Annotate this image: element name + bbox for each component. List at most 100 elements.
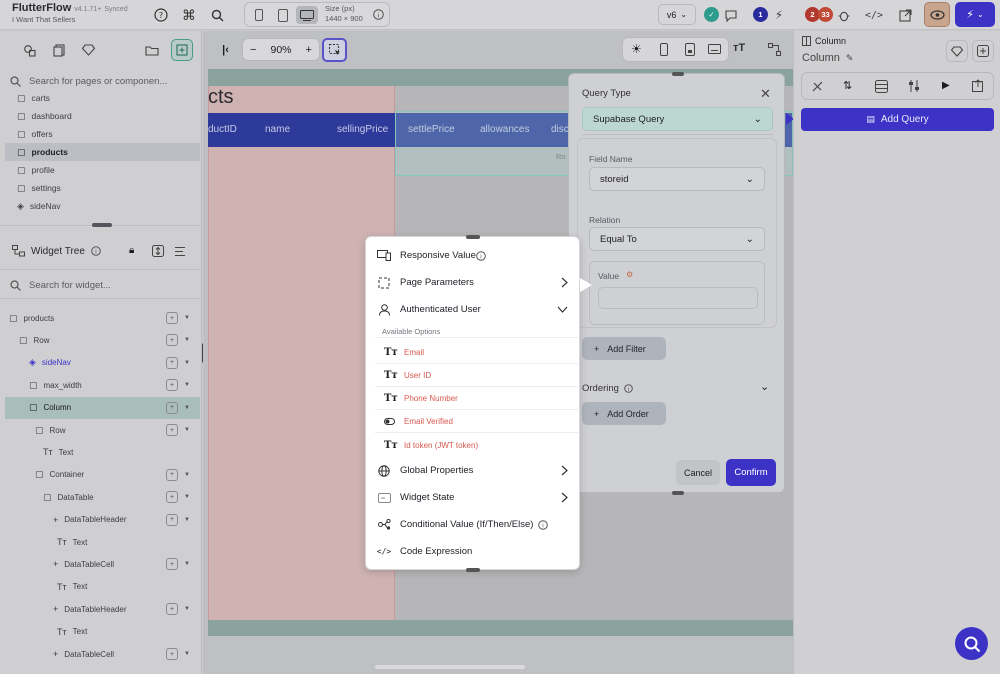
canvas-scrollbar[interactable] xyxy=(375,665,525,669)
widget-search-input[interactable]: Search for widget... xyxy=(29,280,111,291)
caret-down-icon[interactable]: ▼ xyxy=(184,606,190,612)
run-button[interactable]: ⚡ ⌄ xyxy=(955,2,995,27)
expand-collapse-icon[interactable] xyxy=(152,245,164,257)
caret-down-icon[interactable]: ▼ xyxy=(184,360,190,366)
caret-down-icon[interactable]: ▼ xyxy=(184,561,190,567)
tree-item[interactable]: ▢ Container + ▼ xyxy=(5,464,200,486)
auth-option-id-token[interactable]: Tт Id token (JWT token) xyxy=(375,434,578,456)
add-child-icon[interactable]: + xyxy=(166,491,178,504)
gem-icon[interactable] xyxy=(946,40,968,62)
add-child-icon[interactable]: + xyxy=(166,401,178,414)
confirm-button[interactable]: Confirm xyxy=(726,459,776,486)
chevron-down-icon[interactable]: ⌄ xyxy=(760,380,769,393)
folder-icon[interactable] xyxy=(141,39,163,61)
page-search-input[interactable]: Search for pages or componen... xyxy=(29,76,167,87)
menu-item-page-parameters[interactable]: Page Parameters xyxy=(366,269,579,296)
tree-item[interactable]: ▢ Column + ▼ xyxy=(5,396,200,419)
auth-option-phone-number[interactable]: Tт Phone Number xyxy=(375,388,578,410)
export-icon[interactable] xyxy=(972,79,985,92)
device-frame-icon[interactable] xyxy=(685,43,695,56)
bug-icon[interactable] xyxy=(834,5,854,25)
desktop-device-button[interactable] xyxy=(296,6,318,24)
caret-down-icon[interactable]: ▼ xyxy=(184,405,190,411)
tree-item[interactable]: Tт Text xyxy=(5,441,200,463)
filter-icon[interactable] xyxy=(175,246,189,257)
caret-down-icon[interactable]: ▼ xyxy=(184,315,190,321)
version-select[interactable]: v6 ⌄ xyxy=(658,4,696,25)
collapse-panel-icon[interactable]: |‹ xyxy=(214,38,237,61)
auth-option-user-id[interactable]: Tт User ID xyxy=(375,365,578,387)
zoom-in-button[interactable]: + xyxy=(306,44,312,56)
caret-down-icon[interactable]: ▼ xyxy=(184,651,190,657)
pages-tab-icon[interactable] xyxy=(48,39,70,61)
add-widget-tab-icon[interactable] xyxy=(18,39,40,61)
preview-eye-button[interactable] xyxy=(924,2,950,27)
tree-item[interactable]: ▢ DataTable + ▼ xyxy=(5,486,200,508)
backend-query-tab-icon[interactable]: ⇅ xyxy=(843,79,852,92)
add-page-button[interactable] xyxy=(171,39,193,61)
add-child-icon[interactable]: + xyxy=(166,558,178,571)
text-scale-icon[interactable]: ᴛT xyxy=(733,42,745,54)
select-tool-button[interactable] xyxy=(322,38,347,62)
properties-tab-icon[interactable] xyxy=(811,80,824,93)
info-icon[interactable]: i xyxy=(538,520,548,530)
page-item-settings[interactable]: ▢ settings xyxy=(5,179,200,197)
caret-down-icon[interactable]: ▼ xyxy=(184,382,190,388)
help-icon[interactable]: ? xyxy=(151,5,171,25)
add-child-icon[interactable]: + xyxy=(166,334,178,347)
mobile-device-button[interactable] xyxy=(248,6,270,24)
tree-item[interactable]: + DataTableHeader + ▼ xyxy=(5,598,200,620)
search-icon[interactable] xyxy=(207,5,227,25)
settings-sliders-icon[interactable] xyxy=(908,79,920,93)
database-tab-icon[interactable] xyxy=(875,80,888,93)
add-child-icon[interactable]: + xyxy=(166,356,178,369)
tree-item[interactable]: + DataTableCell + ▼ xyxy=(5,643,200,665)
zoom-out-button[interactable]: − xyxy=(250,44,256,56)
close-icon[interactable]: ✕ xyxy=(760,86,771,102)
menu-item-conditional-value[interactable]: Conditional Value (If/Then/Else) i xyxy=(366,511,579,538)
add-child-icon[interactable]: + xyxy=(166,513,178,526)
caret-down-icon[interactable]: ▼ xyxy=(184,494,190,500)
page-search[interactable]: Search for pages or componen... xyxy=(10,72,196,90)
caret-down-icon[interactable]: ▼ xyxy=(184,472,190,478)
query-type-select[interactable]: Supabase Query ⌄ xyxy=(582,107,773,131)
tree-item[interactable]: Tт Text xyxy=(5,531,200,553)
grid-overlay-icon[interactable] xyxy=(765,40,784,59)
cancel-button[interactable]: Cancel xyxy=(676,460,720,485)
lightning-icon[interactable]: ⚡ xyxy=(769,5,789,25)
tree-item[interactable]: Tт Text xyxy=(5,621,200,643)
add-filter-button[interactable]: + Add Filter xyxy=(582,337,666,360)
tree-item[interactable]: Tт Text xyxy=(5,576,200,598)
caret-down-icon[interactable]: ▼ xyxy=(184,337,190,343)
resize-handle[interactable] xyxy=(92,223,112,227)
component-add-icon[interactable] xyxy=(972,40,994,62)
page-item-dashboard[interactable]: ▢ dashboard xyxy=(5,107,200,125)
check-status-icon[interactable]: ✓ xyxy=(704,7,719,22)
ordering-header[interactable]: Ordering i xyxy=(582,383,633,394)
play-icon[interactable]: ▶ xyxy=(942,80,950,91)
open-external-icon[interactable] xyxy=(895,5,915,25)
widget-search[interactable]: Search for widget... xyxy=(10,276,196,294)
page-item-profile[interactable]: ▢ profile xyxy=(5,161,200,179)
menu-item-authenticated-user[interactable]: Authenticated User xyxy=(366,296,579,323)
tree-item[interactable]: ▢ max_width + ▼ xyxy=(5,374,200,396)
resize-handle[interactable] xyxy=(466,568,480,572)
resize-handle[interactable] xyxy=(672,491,684,495)
mobile-preview-icon[interactable] xyxy=(660,43,668,56)
lock-icon[interactable]: 🔒︎ xyxy=(129,245,134,256)
add-child-icon[interactable]: + xyxy=(166,468,178,481)
tree-item[interactable]: ▢ Row + ▼ xyxy=(5,419,200,441)
add-order-button[interactable]: + Add Order xyxy=(582,402,666,425)
command-icon[interactable]: ⌘ xyxy=(179,5,199,25)
add-child-icon[interactable]: + xyxy=(166,648,178,660)
code-icon[interactable]: </> xyxy=(864,5,884,25)
tree-item[interactable]: + DataTableHeader + ▼ xyxy=(5,509,200,531)
page-item-sidenav[interactable]: ◈ sideNav xyxy=(5,197,200,215)
resize-handle[interactable] xyxy=(672,72,684,76)
widget-name[interactable]: Column ✎ xyxy=(802,52,853,64)
info-icon[interactable]: i xyxy=(373,9,384,20)
info-icon[interactable]: i xyxy=(476,251,486,261)
menu-item-code-expression[interactable]: </> Code Expression xyxy=(366,538,579,565)
resize-handle[interactable] xyxy=(466,235,480,239)
notification-badge[interactable]: 1 xyxy=(753,7,768,22)
